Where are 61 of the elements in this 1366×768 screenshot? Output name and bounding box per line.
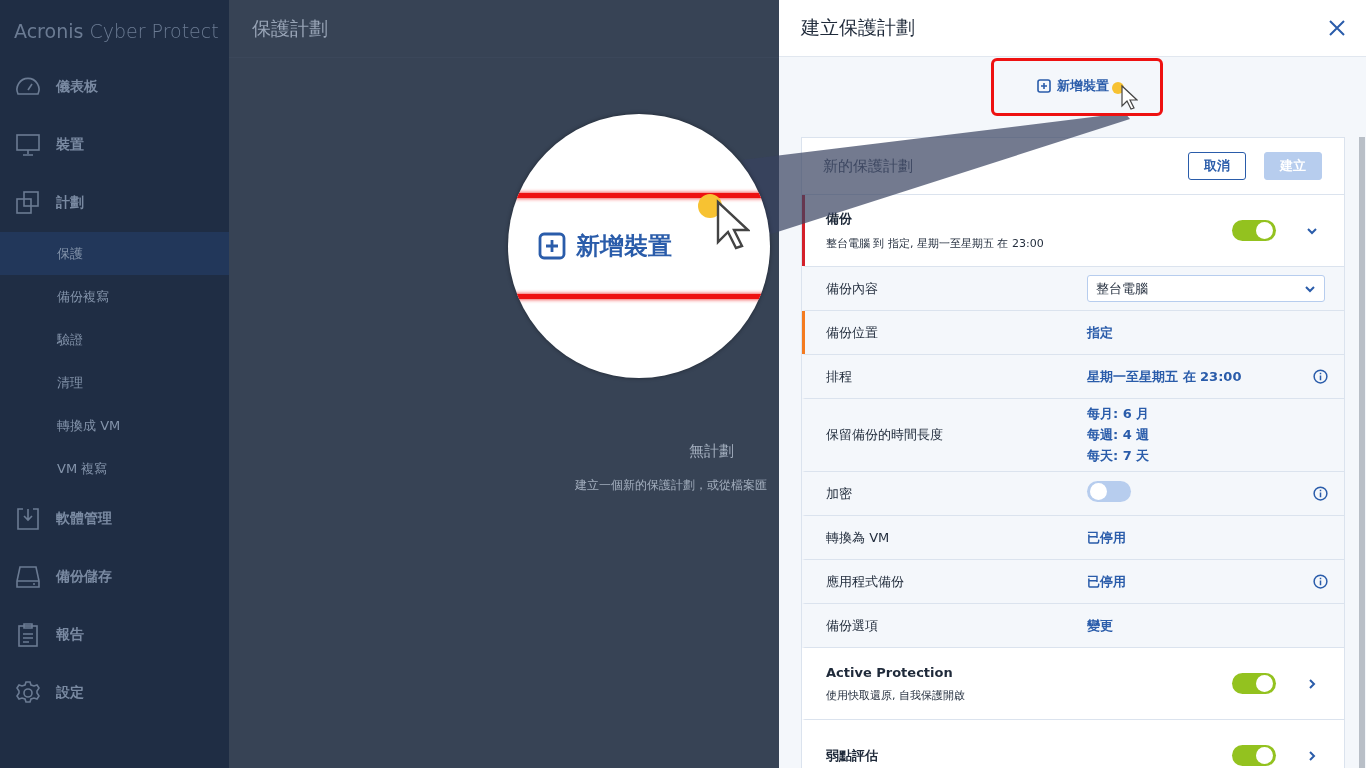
setting-label: 加密 [826, 484, 853, 503]
setting-link[interactable]: 每天: 7 天 [1087, 447, 1296, 465]
module-title: 備份 [826, 210, 853, 228]
nav-subitem[interactable]: VM 複寫 [0, 447, 229, 490]
toggle-switch[interactable] [1232, 745, 1276, 766]
setting-label: 轉換為 VM [826, 528, 891, 547]
empty-state-title: 無計劃 [688, 442, 735, 461]
setting-label: 保留備份的時間長度 [826, 426, 944, 444]
module-summary: 整台電腦 到 指定, 星期一至星期五 在 23:00 [826, 236, 1045, 251]
app-logo: Acronis Cyber Protect [13, 19, 220, 44]
drive-icon [14, 563, 42, 591]
page-title: 保護計劃 [252, 15, 328, 41]
toggle-switch[interactable] [1087, 481, 1131, 502]
nav-item[interactable]: 儀表板 [0, 58, 229, 116]
cancel-button[interactable]: 取消 [1188, 152, 1246, 180]
plus-square-icon [1036, 79, 1051, 93]
setting-label: 備份選項 [826, 616, 879, 635]
setting-label: 應用程式備份 [826, 572, 905, 591]
module-summary: 使用快取還原, 自我保護開啟 [826, 687, 966, 703]
nav-subitem[interactable]: 清理 [0, 361, 229, 404]
setting-link[interactable]: 星期一至星期五 在 23:00 [1087, 367, 1296, 386]
magnified-add-device: 新增裝置 [508, 198, 698, 294]
module-title: 弱點評估 [826, 746, 879, 765]
empty-state-text: 建立一個新的保護計劃，或從檔案匯 [575, 477, 768, 494]
nav-subitem[interactable]: 保護 [0, 232, 229, 275]
toggle-switch[interactable] [1232, 220, 1276, 241]
nav-item[interactable]: 軟體管理 [0, 490, 229, 548]
nav-subitem[interactable]: 備份複寫 [0, 275, 229, 318]
nav-item[interactable]: 報告 [0, 606, 229, 664]
setting-link[interactable]: 已停用 [1087, 572, 1296, 591]
cursor-icon [1110, 80, 1138, 112]
info-icon[interactable] [1312, 369, 1328, 384]
module-title: Active Protection [826, 664, 954, 680]
nav-item[interactable]: 設定 [0, 664, 229, 722]
setting-link[interactable]: 變更 [1087, 616, 1296, 635]
setting-link[interactable]: 指定 [1087, 323, 1296, 342]
setting-link[interactable]: 每月: 6 月 [1087, 405, 1296, 423]
nav-subitem[interactable]: 轉換成 VM [0, 404, 229, 447]
content-dropdown[interactable]: 整台電腦 [1087, 275, 1325, 302]
setting-label: 備份位置 [826, 323, 879, 342]
setting-link[interactable]: 每週: 4 週 [1087, 426, 1296, 444]
chevron-right-icon[interactable] [1306, 749, 1318, 762]
nav-item[interactable]: 備份儲存 [0, 548, 229, 606]
nav-item[interactable]: 計劃 [0, 174, 229, 232]
setting-link[interactable]: 已停用 [1087, 528, 1296, 547]
nav-item[interactable]: 裝置 [0, 116, 229, 174]
panel-title: 建立保護計劃 [801, 15, 915, 40]
monitor-icon [14, 131, 42, 159]
chevron-right-icon[interactable] [1306, 677, 1318, 690]
squares-icon [14, 189, 42, 217]
scrollbar[interactable] [1359, 137, 1365, 768]
close-icon[interactable] [1328, 19, 1346, 37]
toggle-switch[interactable] [1232, 673, 1276, 694]
tray-icon [14, 505, 42, 533]
info-icon[interactable] [1312, 486, 1328, 501]
setting-label: 排程 [826, 367, 853, 386]
setting-label: 備份內容 [826, 279, 879, 298]
info-icon[interactable] [1312, 574, 1328, 589]
nav-subitem[interactable]: 驗證 [0, 318, 229, 361]
add-device-button[interactable]: 新增裝置 [1036, 77, 1109, 95]
plus-square-icon [538, 232, 566, 260]
